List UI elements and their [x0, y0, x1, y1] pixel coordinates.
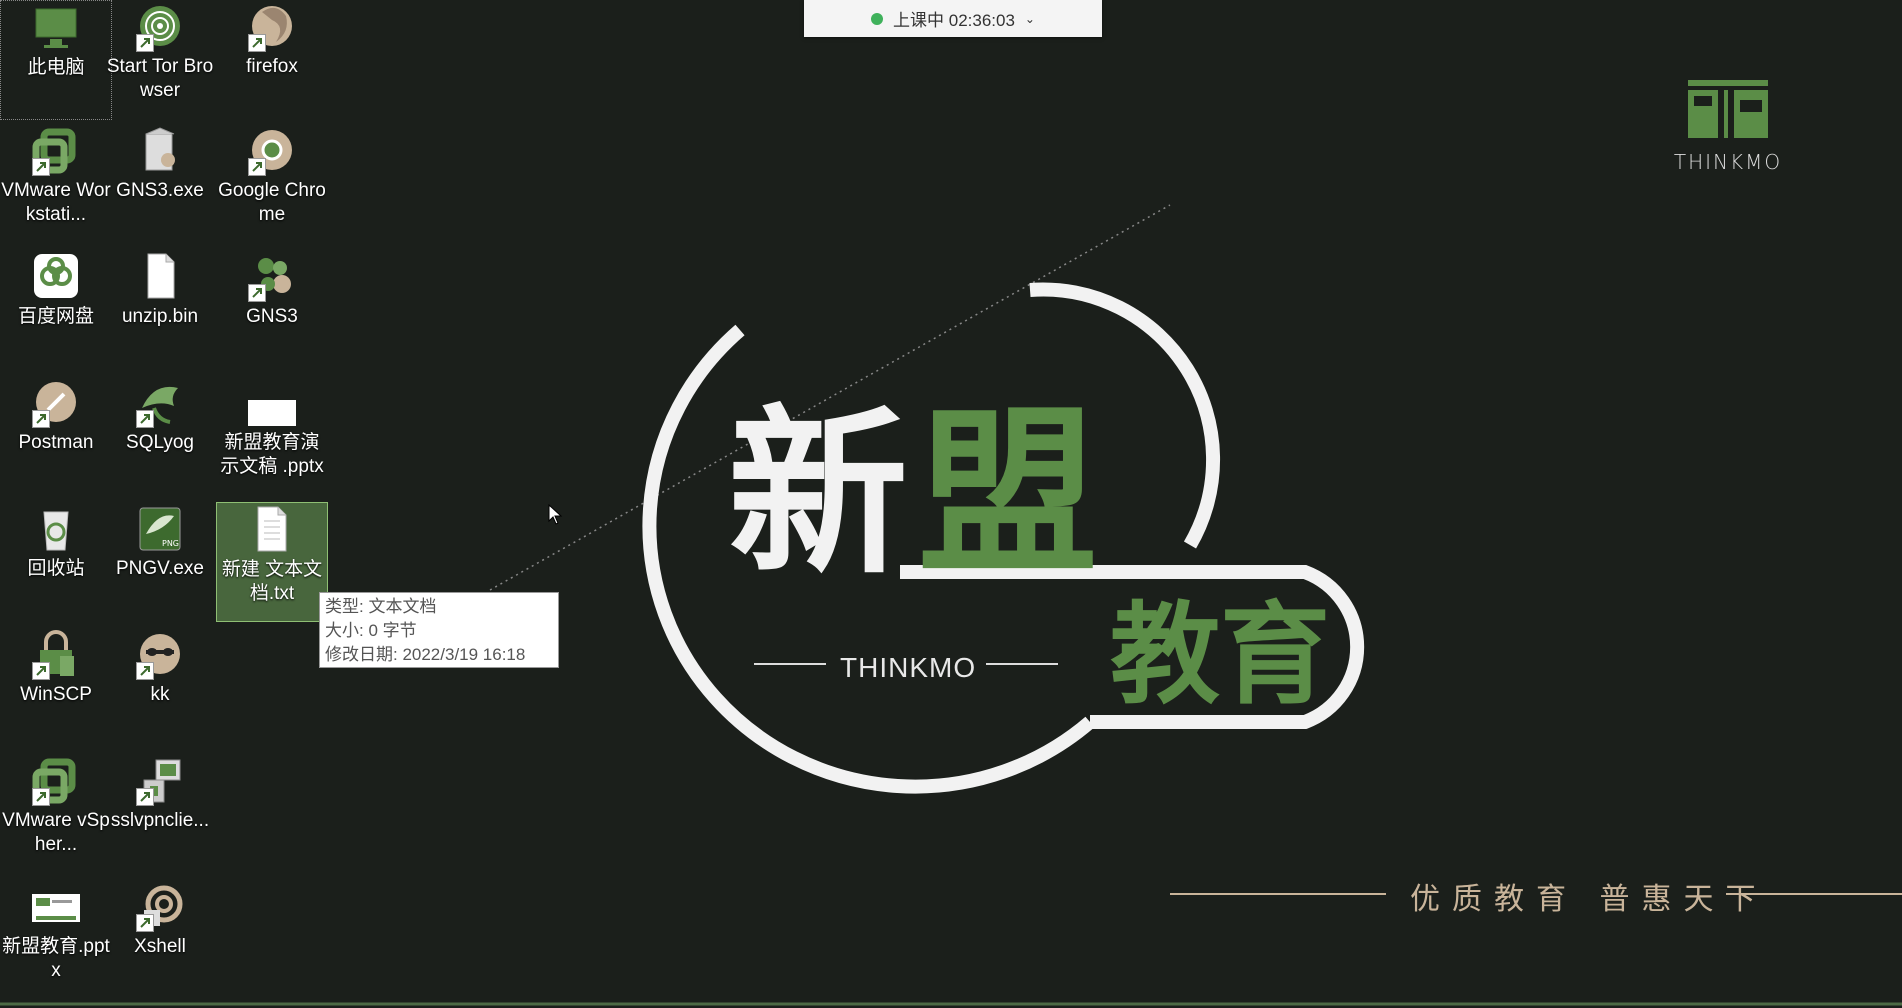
winscp-icon	[30, 630, 82, 680]
shortcut-arrow-icon	[136, 788, 154, 806]
desktop-icon-vmware-workstation[interactable]: VMware Workstati...	[0, 124, 112, 244]
desktop-icon-xinmeng-pptx[interactable]: 新盟教育.pptx	[0, 880, 112, 1000]
mouse-cursor-icon	[548, 504, 563, 525]
desktop-icon-label: Postman	[18, 432, 94, 453]
desktop-icon-label: VMware vSpher...	[2, 810, 110, 855]
firefox-icon	[246, 2, 298, 52]
desktop-icon-label: GNS3.exe	[116, 180, 204, 201]
shortcut-arrow-icon	[32, 662, 50, 680]
kk-icon	[134, 630, 186, 680]
desktop-icon-label: firefox	[246, 56, 298, 77]
computer-icon	[30, 3, 82, 53]
desktop-icon-label: 新建 文本文档.txt	[221, 559, 323, 604]
desktop-icon-label: Start Tor Browser	[106, 56, 214, 101]
status-dot-icon	[871, 12, 884, 25]
tooltip-modified: 修改日期: 2022/3/19 16:18	[325, 645, 526, 664]
sqlyog-icon	[134, 378, 186, 428]
desktop-icon-vmware-vsphere[interactable]: VMware vSpher...	[0, 754, 112, 874]
desktop-icon-label: Google Chrome	[218, 180, 326, 225]
desktop-icon-this-pc[interactable]: 此电脑	[0, 0, 112, 120]
shortcut-arrow-icon	[136, 914, 154, 932]
class-status-text: 上课中 02:36:03	[893, 11, 1015, 30]
shortcut-arrow-icon	[32, 158, 50, 176]
desktop-icon-label: VMware Workstati...	[1, 180, 111, 225]
desktop-icon-recycle-bin[interactable]: 回收站	[0, 502, 112, 622]
svg-text:PNG: PNG	[162, 539, 179, 548]
desktop-icon-label: 百度网盘	[17, 306, 94, 327]
tooltip-type: 类型: 文本文档	[325, 597, 437, 616]
desktop-icon-google-chrome[interactable]: Google Chrome	[216, 124, 328, 244]
desktop-icon-xshell[interactable]: Xshell	[104, 880, 216, 1000]
desktop-icon-label: unzip.bin	[121, 306, 199, 327]
desktop-icon-sslvpnclient[interactable]: sslvpnclie...	[104, 754, 216, 874]
pngv-icon: PNG	[134, 504, 186, 554]
desktop-icon-kk[interactable]: kk	[104, 628, 216, 748]
shortcut-arrow-icon	[32, 788, 50, 806]
desktop-icon-label: Xshell	[134, 936, 186, 957]
baidu-netdisk-icon	[30, 252, 82, 302]
desktop-icon-gns3-exe[interactable]: GNS3.exe	[104, 124, 216, 244]
desktop-icon-label: kk	[150, 684, 170, 705]
shortcut-arrow-icon	[136, 410, 154, 428]
gns3-installer-icon	[134, 126, 186, 176]
shortcut-arrow-icon	[136, 34, 154, 52]
pptx-icon	[30, 882, 82, 932]
recycle-bin-icon	[30, 504, 82, 554]
shortcut-arrow-icon	[248, 34, 266, 52]
desktop-icon-gns3[interactable]: GNS3	[216, 250, 328, 370]
desktop-icon-postman[interactable]: Postman	[0, 376, 112, 496]
vmware-vsphere-icon	[30, 756, 82, 806]
shortcut-arrow-icon	[32, 410, 50, 428]
vmware-icon	[30, 126, 82, 176]
desktop-icon-pngv[interactable]: PNG PNGV.exe	[104, 502, 216, 622]
desktop-icon-label: PNGV.exe	[115, 558, 204, 579]
desktop-icon-label: sslvpnclie...	[110, 810, 210, 831]
desktop-icon-label: 此电脑	[27, 57, 85, 78]
tor-icon	[134, 2, 186, 52]
desktop-icon-new-text-document[interactable]: 新建 文本文档.txt	[216, 502, 328, 622]
text-file-icon	[246, 505, 298, 555]
pptx-blank-icon	[246, 378, 298, 428]
desktop-icon-unzip-bin[interactable]: unzip.bin	[104, 250, 216, 370]
desktop-icon-label: WinSCP	[20, 684, 92, 705]
desktop-icon-label: 新盟教育演示文稿 .pptx	[220, 432, 324, 477]
shortcut-arrow-icon	[248, 284, 266, 302]
chrome-icon	[246, 126, 298, 176]
shortcut-arrow-icon	[136, 662, 154, 680]
desktop-icon-baidu-netdisk[interactable]: 百度网盘	[0, 250, 112, 370]
desktop-icon-winscp[interactable]: WinSCP	[0, 628, 112, 748]
desktop: 此电脑 VMware Workstati... 百度网盘 Postman 回收站…	[0, 0, 1902, 1008]
desktop-icon-label: GNS3	[246, 306, 298, 327]
desktop-icon-label: 回收站	[27, 558, 85, 579]
postman-icon	[30, 378, 82, 428]
xshell-icon	[134, 882, 186, 932]
file-tooltip: 类型: 文本文档 大小: 0 字节 修改日期: 2022/3/19 16:18	[319, 592, 559, 668]
sslvpn-icon	[134, 756, 186, 806]
shortcut-arrow-icon	[248, 158, 266, 176]
tooltip-size: 大小: 0 字节	[325, 621, 417, 640]
gns3-icon	[246, 252, 298, 302]
desktop-icon-label: 新盟教育.pptx	[2, 936, 110, 981]
desktop-icon-firefox[interactable]: firefox	[216, 0, 328, 120]
desktop-icon-xinmeng-demo-pptx[interactable]: 新盟教育演示文稿 .pptx	[216, 376, 328, 496]
desktop-icon-label: SQLyog	[126, 432, 194, 453]
desktop-icon-tor-browser[interactable]: Start Tor Browser	[104, 0, 216, 120]
file-icon	[134, 252, 186, 302]
chevron-down-icon[interactable]: ⌄	[1025, 12, 1035, 26]
desktop-icon-sqlyog[interactable]: SQLyog	[104, 376, 216, 496]
class-status-bar[interactable]: 上课中 02:36:03 ⌄	[804, 0, 1102, 37]
